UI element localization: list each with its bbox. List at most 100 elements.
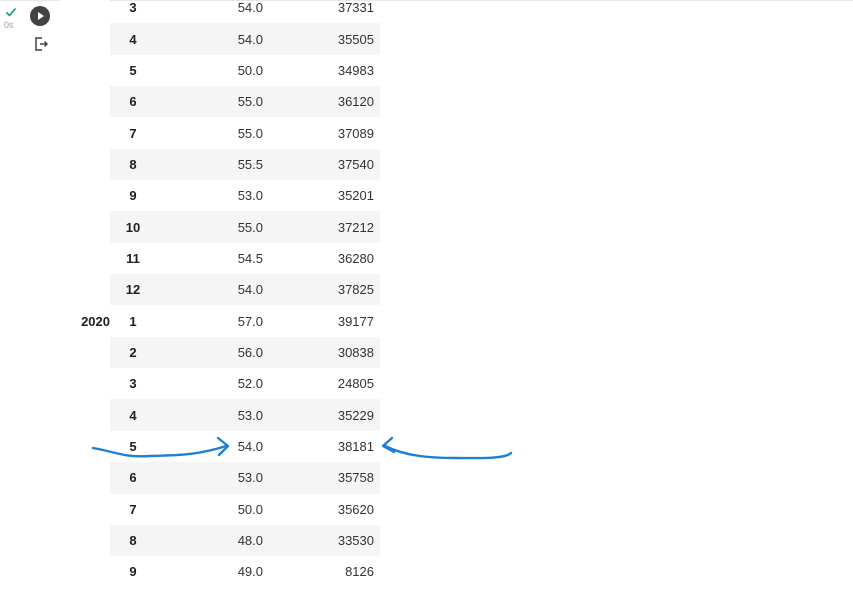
index-year (60, 86, 110, 118)
table-row: 4 54.0 35505 (60, 23, 380, 55)
index-month: 2 (110, 336, 156, 369)
table-row: 2 56.0 30838 (60, 336, 380, 369)
value-cell: 52.0 (237, 376, 263, 392)
check-icon (5, 7, 17, 17)
index-month-label: 11 (126, 250, 140, 266)
index-month: 4 (110, 399, 156, 431)
dataframe-output-table: 3 54.0 37331 4 54.0 35505 5 50.0 34983 6 55.0 36120… (60, 0, 380, 588)
count-cell: 35201 (337, 188, 374, 204)
index-month-label: 4 (129, 31, 137, 47)
index-month: 8 (110, 524, 156, 557)
count-cell: 37540 (263, 148, 380, 181)
index-year (60, 54, 110, 87)
count-cell: 36120 (263, 86, 380, 118)
count-cell: 38181 (337, 438, 374, 454)
play-icon (38, 12, 44, 20)
index-month: 6 (110, 462, 156, 494)
value-cell: 50.0 (237, 62, 263, 78)
index-month: 7 (110, 494, 156, 525)
count-cell: 33530 (263, 524, 380, 557)
index-month-label: 12 (125, 282, 141, 298)
value-cell: 56.0 (156, 336, 263, 369)
index-month-label: 9 (129, 188, 137, 204)
count-cell: 35229 (263, 399, 380, 431)
index-month: 1 (110, 305, 156, 336)
index-year (60, 556, 110, 588)
run-cell-button[interactable] (30, 6, 50, 26)
value-cell: 54.0 (156, 23, 263, 55)
value-cell: 54.0 (237, 0, 263, 16)
table-row: 7 50.0 35620 (60, 493, 380, 525)
index-month-label: 2 (129, 344, 137, 360)
count-cell: 37212 (263, 211, 380, 243)
index-month: 9 (110, 180, 156, 211)
table-row: 12 54.0 37825 (60, 274, 380, 306)
output-redirect-icon[interactable] (33, 36, 49, 52)
index-month: 5 (110, 431, 156, 462)
table-row: 3 52.0 24805 (60, 368, 380, 400)
right-arrow-annotation (381, 436, 513, 460)
index-year (60, 368, 110, 400)
index-year (60, 211, 110, 243)
value-cell: 55.5 (156, 148, 263, 181)
count-cell: 37825 (263, 274, 380, 306)
index-month: 7 (110, 117, 156, 148)
index-year (60, 148, 110, 181)
index-month-label: 6 (129, 470, 137, 486)
index-month: 5 (110, 55, 156, 86)
table-row: 9 53.0 35201 (60, 180, 380, 212)
value-cell: 54.0 (156, 274, 263, 306)
index-year: 2020 (60, 305, 110, 337)
index-month-label: 5 (129, 438, 137, 454)
index-month-label: 1 (129, 313, 137, 329)
index-year (60, 399, 110, 431)
index-year (60, 493, 110, 525)
index-month-label: 8 (129, 156, 137, 172)
index-month-label: 5 (129, 62, 137, 78)
value-cell: 55.0 (156, 211, 263, 243)
table-row: 8 55.5 37540 (60, 148, 380, 181)
index-month: 4 (110, 23, 156, 55)
index-year (60, 274, 110, 306)
table-row: 7 55.0 37089 (60, 117, 380, 149)
index-year (60, 462, 110, 494)
table-row: 3 54.0 37331 (60, 0, 380, 24)
count-cell: 35620 (337, 501, 374, 517)
table-row: 5 50.0 34983 (60, 54, 380, 87)
value-cell: 48.0 (156, 524, 263, 557)
index-year (60, 430, 110, 463)
count-cell: 37089 (337, 125, 374, 141)
index-year (60, 180, 110, 212)
index-month: 3 (110, 368, 156, 399)
count-cell: 30838 (263, 336, 380, 369)
value-cell: 57.0 (237, 313, 263, 329)
index-month-label: 3 (129, 376, 137, 392)
index-month-label: 7 (129, 125, 137, 141)
table-row: 9 49.0 8126 (60, 556, 380, 588)
table-row: 5 54.0 38181 (60, 430, 380, 463)
index-month-label: 3 (129, 0, 137, 16)
table-row: 6 55.0 36120 (60, 86, 380, 118)
value-cell: 50.0 (237, 501, 263, 517)
index-month-label: 10 (125, 219, 141, 235)
cell-gutter: 0s (0, 0, 60, 594)
index-year (60, 0, 110, 24)
index-month: 8 (110, 148, 156, 181)
count-cell: 39177 (337, 313, 374, 329)
index-month-label: 6 (129, 94, 137, 110)
index-month-label: 9 (129, 564, 137, 580)
table-row: 10 55.0 37212 (60, 211, 380, 243)
index-year (60, 336, 110, 369)
value-cell: 49.0 (237, 564, 263, 580)
value-cell: 53.0 (156, 399, 263, 431)
table-row: 2020 1 57.0 39177 (60, 305, 380, 337)
index-year (60, 117, 110, 149)
index-year (60, 242, 110, 275)
table-row: 11 54.5 36280 (60, 242, 380, 275)
index-month: 3 (110, 0, 156, 23)
index-month: 10 (110, 211, 156, 243)
count-cell: 8126 (345, 564, 374, 580)
count-cell: 36280 (337, 250, 374, 266)
index-month: 6 (110, 86, 156, 118)
value-cell: 55.0 (237, 125, 263, 141)
